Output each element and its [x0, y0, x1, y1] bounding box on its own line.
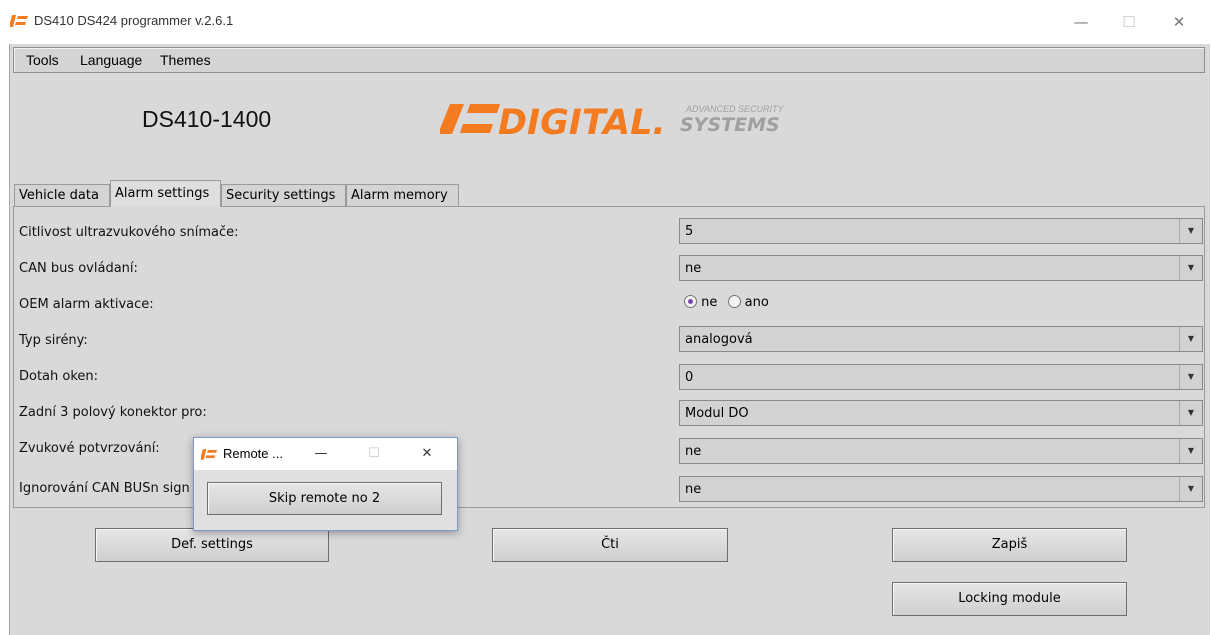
title-bar: DS410 DS424 programmer v.2.6.1 — ☐ ✕	[0, 0, 1211, 44]
device-model-title: DS410-1400	[142, 106, 272, 132]
alarm-settings-panel: Citlivost ultrazvukového snímače: 5 ▼ CA…	[13, 206, 1205, 508]
menu-bar: Tools Language Themes	[13, 47, 1205, 73]
menu-themes[interactable]: Themes	[160, 52, 211, 68]
svg-text:DIGITAL.: DIGITAL.	[498, 103, 666, 143]
siren-type-select[interactable]: analogová ▼	[679, 326, 1203, 352]
svg-text:SYSTEMS: SYSTEMS	[680, 114, 780, 136]
select-value: 5	[685, 224, 694, 239]
close-button[interactable]: ✕	[1156, 8, 1202, 36]
setting-label: OEM alarm aktivace:	[19, 297, 154, 312]
rear-connector-select[interactable]: Modul DO ▼	[679, 400, 1203, 426]
dropdown-arrow-icon: ▼	[1179, 401, 1202, 425]
setting-label: Typ sirény:	[19, 333, 88, 348]
radio-ne-label: ne	[701, 295, 718, 310]
app-logo-icon	[10, 15, 28, 27]
can-bus-control-select[interactable]: ne ▼	[679, 255, 1203, 281]
read-button[interactable]: Čti	[492, 528, 728, 562]
window-close-select[interactable]: 0 ▼	[679, 364, 1203, 390]
radio-ano-label: ano	[744, 295, 769, 310]
radio-ano[interactable]	[727, 295, 741, 308]
remote-dialog: Remote ... — ☐ ✕ Skip remote no 2	[193, 437, 458, 531]
remote-dialog-title: Remote ...	[223, 446, 283, 461]
select-value: ne	[685, 444, 702, 459]
maximize-button[interactable]: ☐	[1106, 8, 1152, 36]
setting-label: Dotah oken:	[19, 369, 99, 384]
select-value: analogová	[685, 332, 753, 347]
skip-remote-button[interactable]: Skip remote no 2	[207, 482, 442, 515]
setting-label: Zvukové potvrzování:	[19, 441, 160, 456]
window-title: DS410 DS424 programmer v.2.6.1	[34, 13, 234, 28]
minimize-icon: —	[314, 446, 328, 461]
write-button[interactable]: Zapiš	[892, 528, 1127, 562]
setting-label: Citlivost ultrazvukového snímače:	[19, 225, 239, 240]
select-value: ne	[685, 482, 702, 497]
tab-vehicle-data[interactable]: Vehicle data	[14, 184, 110, 206]
dialog-minimize-button[interactable]: —	[306, 440, 336, 468]
ultrasonic-sensitivity-select[interactable]: 5 ▼	[679, 218, 1203, 244]
select-value: 0	[685, 370, 694, 385]
dropdown-arrow-icon: ▼	[1179, 327, 1202, 351]
locking-module-button[interactable]: Locking module	[892, 582, 1127, 616]
menu-tools[interactable]: Tools	[26, 52, 59, 68]
tab-alarm-settings[interactable]: Alarm settings	[110, 180, 221, 207]
maximize-icon: ☐	[368, 446, 380, 461]
setting-label: CAN bus ovládaní:	[19, 261, 138, 276]
setting-label: Ignorování CAN BUSn sign	[19, 481, 190, 496]
sound-confirmation-select[interactable]: ne ▼	[679, 438, 1203, 464]
dropdown-arrow-icon: ▼	[1179, 256, 1202, 280]
radio-ne[interactable]	[684, 295, 697, 308]
main-window-client: Tools Language Themes DS410-1400 DIGITAL…	[9, 44, 1210, 635]
dropdown-arrow-icon: ▼	[1179, 439, 1202, 463]
remote-dialog-titlebar: Remote ... — ☐ ✕	[194, 438, 457, 470]
dialog-close-button[interactable]: ✕	[412, 440, 442, 468]
close-icon: ✕	[421, 446, 433, 461]
close-icon: ✕	[1172, 13, 1186, 31]
default-settings-button[interactable]: Def. settings	[95, 528, 329, 562]
setting-label: Zadní 3 polový konektor pro:	[19, 405, 207, 420]
maximize-icon: ☐	[1122, 13, 1136, 31]
ignore-canbus-select[interactable]: ne ▼	[679, 476, 1203, 502]
oem-alarm-radio-group: ne ano	[684, 295, 769, 310]
tab-alarm-memory[interactable]: Alarm memory	[346, 184, 459, 206]
tab-security-settings[interactable]: Security settings	[221, 184, 346, 206]
dropdown-arrow-icon: ▼	[1179, 219, 1202, 243]
select-value: Modul DO	[685, 406, 749, 421]
select-value: ne	[685, 261, 702, 276]
digital-company-logo: DIGITAL. ADVANCED SECURITY SYSTEMS	[440, 103, 785, 143]
dropdown-arrow-icon: ▼	[1179, 365, 1202, 389]
minimize-icon: —	[1073, 13, 1089, 31]
dropdown-arrow-icon: ▼	[1179, 477, 1202, 501]
minimize-button[interactable]: —	[1058, 8, 1104, 36]
svg-text:ADVANCED SECURITY: ADVANCED SECURITY	[685, 104, 785, 114]
menu-language[interactable]: Language	[80, 52, 142, 68]
app-logo-icon	[201, 449, 217, 460]
dialog-maximize-button[interactable]: ☐	[359, 440, 389, 468]
